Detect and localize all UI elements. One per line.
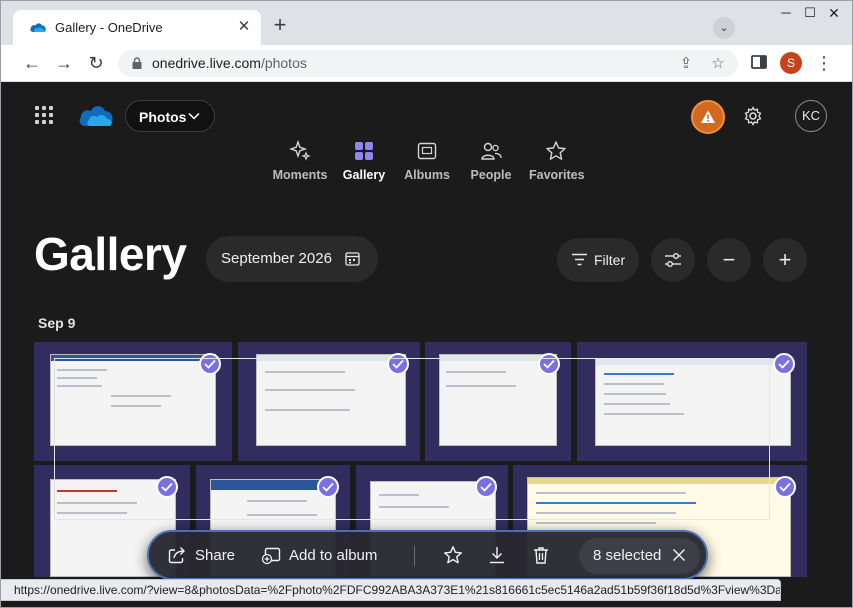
album-icon: [417, 142, 437, 160]
url-text: onedrive.live.com/photos: [152, 55, 307, 71]
gallery-grid-icon: [355, 142, 373, 160]
forward-arrow-icon[interactable]: →: [53, 52, 75, 74]
browser-menu-icon[interactable]: ⋮: [815, 52, 833, 74]
photo-tile[interactable]: [34, 342, 232, 461]
page-title: Gallery: [34, 228, 187, 280]
calendar-icon: [345, 252, 360, 266]
address-bar[interactable]: onedrive.live.com/photos ⇪ ☆: [118, 50, 738, 77]
filter-lines-icon: [572, 253, 587, 266]
star-icon: [546, 141, 566, 160]
onedrive-favicon-icon: [30, 23, 46, 32]
tab-albums[interactable]: Albums: [403, 140, 451, 186]
app-switcher-label: Photos: [139, 109, 187, 125]
favorite-star-icon[interactable]: [443, 545, 463, 565]
tab-favorites[interactable]: Favorites: [529, 140, 585, 186]
selection-count-label: 8 selected: [593, 547, 662, 564]
back-arrow-icon[interactable]: ←: [21, 52, 43, 74]
app-switcher-dropdown[interactable]: Photos: [125, 100, 215, 132]
add-to-album-label: Add to album: [289, 547, 378, 564]
tab-label: Gallery: [342, 168, 386, 182]
alert-button[interactable]: [691, 100, 725, 134]
tab-strip: Gallery - OneDrive ✕ + ⌄ ─ ☐ ✕: [1, 1, 852, 45]
tab-label: Moments: [272, 168, 328, 182]
selected-check-icon[interactable]: [156, 476, 178, 498]
bookmark-star-icon[interactable]: ☆: [707, 53, 729, 75]
selected-check-icon[interactable]: [773, 353, 795, 375]
download-icon[interactable]: [487, 545, 507, 565]
selected-check-icon[interactable]: [199, 353, 221, 375]
url-path: /photos: [260, 55, 307, 71]
lock-icon: [132, 57, 142, 69]
tab-people[interactable]: People: [469, 140, 513, 186]
screenshot-thumbnail: [256, 354, 406, 446]
date-filter-button[interactable]: September 2026: [206, 236, 378, 282]
tab-label: People: [470, 168, 512, 182]
tab-search-chevron-icon[interactable]: ⌄: [713, 17, 735, 39]
minus-icon: −: [722, 247, 736, 272]
window-maximize-icon[interactable]: ☐: [799, 5, 821, 21]
tab-title: Gallery - OneDrive: [55, 20, 163, 35]
selected-check-icon[interactable]: [538, 353, 560, 375]
clear-selection-close-icon[interactable]: [672, 548, 686, 562]
screenshot-thumbnail: [595, 358, 791, 446]
photo-tile[interactable]: [577, 342, 807, 461]
share-label: Share: [195, 547, 236, 564]
onedrive-logo-icon[interactable]: [77, 102, 115, 128]
view-settings-button[interactable]: [651, 238, 695, 282]
sparkle-icon: [289, 140, 311, 161]
new-tab-icon[interactable]: +: [269, 14, 291, 37]
tab-label: Favorites: [529, 168, 585, 182]
zoom-out-button[interactable]: −: [707, 238, 751, 282]
tab-moments[interactable]: Moments: [271, 140, 329, 186]
filter-button[interactable]: Filter: [557, 238, 639, 282]
tab-close-icon[interactable]: ✕: [235, 18, 253, 36]
screenshot-thumbnail: [50, 354, 216, 446]
share-button[interactable]: Share: [167, 545, 237, 567]
share-icon: [168, 547, 185, 564]
selection-count-pill[interactable]: 8 selected: [579, 538, 700, 574]
tab-gallery[interactable]: Gallery: [341, 140, 387, 186]
warning-icon: [701, 110, 715, 123]
photo-tile[interactable]: [425, 342, 571, 461]
profile-avatar[interactable]: S: [780, 52, 802, 74]
tab-label: Albums: [404, 168, 450, 182]
browser-tab[interactable]: Gallery - OneDrive ✕: [13, 10, 261, 45]
date-group-label: Sep 9: [38, 315, 76, 331]
onedrive-app: Photos KC Moments Gallery Albums People …: [1, 82, 852, 607]
selected-check-icon[interactable]: [475, 476, 497, 498]
browser-window: Gallery - OneDrive ✕ + ⌄ ─ ☐ ✕ ← → ↻ one…: [0, 0, 853, 608]
add-to-album-icon: [261, 547, 281, 565]
sliders-icon: [665, 253, 681, 267]
zoom-in-button[interactable]: +: [763, 238, 807, 282]
selected-check-icon[interactable]: [774, 476, 796, 498]
settings-gear-icon[interactable]: [743, 106, 763, 126]
link-status-bar: https://onedrive.live.com/?view=8&photos…: [1, 579, 781, 601]
selected-check-icon[interactable]: [387, 353, 409, 375]
photo-tile[interactable]: [238, 342, 420, 461]
date-filter-label: September 2026: [221, 250, 332, 267]
people-icon: [481, 142, 502, 160]
account-avatar[interactable]: KC: [795, 100, 827, 132]
plus-icon: +: [778, 247, 792, 272]
selected-check-icon[interactable]: [317, 476, 339, 498]
window-close-icon[interactable]: ✕: [823, 5, 845, 21]
share-page-icon[interactable]: ⇪: [675, 53, 697, 75]
action-bar-divider: [414, 546, 415, 566]
url-host: onedrive.live.com: [152, 55, 261, 71]
add-to-album-button[interactable]: Add to album: [261, 545, 391, 567]
delete-trash-icon[interactable]: [531, 545, 551, 565]
selection-action-bar: Share Add to album 8 selected: [147, 530, 708, 580]
app-launcher-icon[interactable]: [35, 106, 53, 124]
browser-toolbar: ← → ↻ onedrive.live.com/photos ⇪ ☆ S ⋮: [1, 45, 852, 82]
chevron-down-icon: [188, 112, 200, 120]
reload-icon[interactable]: ↻: [85, 52, 107, 74]
window-minimize-icon[interactable]: ─: [775, 5, 797, 21]
filter-label: Filter: [594, 252, 626, 268]
side-panel-icon[interactable]: [750, 53, 768, 71]
